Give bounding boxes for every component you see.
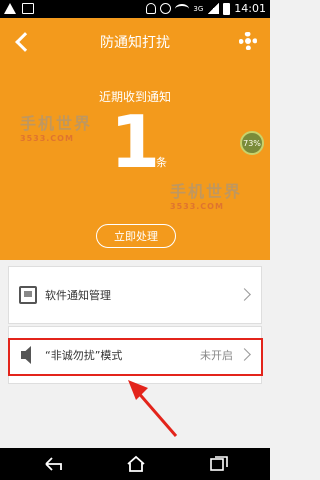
annotation-arrow: [128, 380, 178, 437]
list-item-label: 软件通知管理: [45, 289, 111, 302]
percent-badge[interactable]: 73%: [240, 131, 264, 155]
process-now-button[interactable]: 立即处理: [96, 224, 176, 248]
wifi-icon: [175, 3, 190, 14]
alarm-icon: [160, 3, 172, 14]
home-nav-icon[interactable]: [126, 455, 146, 473]
warning-icon: [4, 3, 16, 14]
signal-icon: [207, 3, 220, 14]
app-header: 防通知打扰: [0, 18, 270, 66]
gear-icon[interactable]: [236, 29, 260, 53]
app-notification-management-item[interactable]: 软件通知管理: [8, 266, 262, 324]
phone-icon: [19, 286, 37, 304]
network-type: 3G: [193, 4, 204, 13]
battery-icon: [223, 2, 231, 15]
count-unit: 条: [156, 156, 167, 169]
back-nav-icon[interactable]: [44, 456, 64, 472]
image-icon: [22, 3, 34, 14]
recent-apps-icon[interactable]: [210, 456, 228, 472]
clock: 14:01: [234, 2, 266, 15]
notification-count: 1: [109, 100, 161, 184]
highlight-box: [8, 338, 263, 376]
page-title: 防通知打扰: [100, 35, 170, 51]
chevron-right-icon: [238, 288, 251, 301]
navigation-bar: [0, 448, 270, 480]
mute-icon: [146, 3, 157, 14]
status-bar: 3G 14:01: [0, 0, 270, 18]
notification-summary: 近期收到通知 1 条 73% 立即处理: [0, 66, 270, 260]
